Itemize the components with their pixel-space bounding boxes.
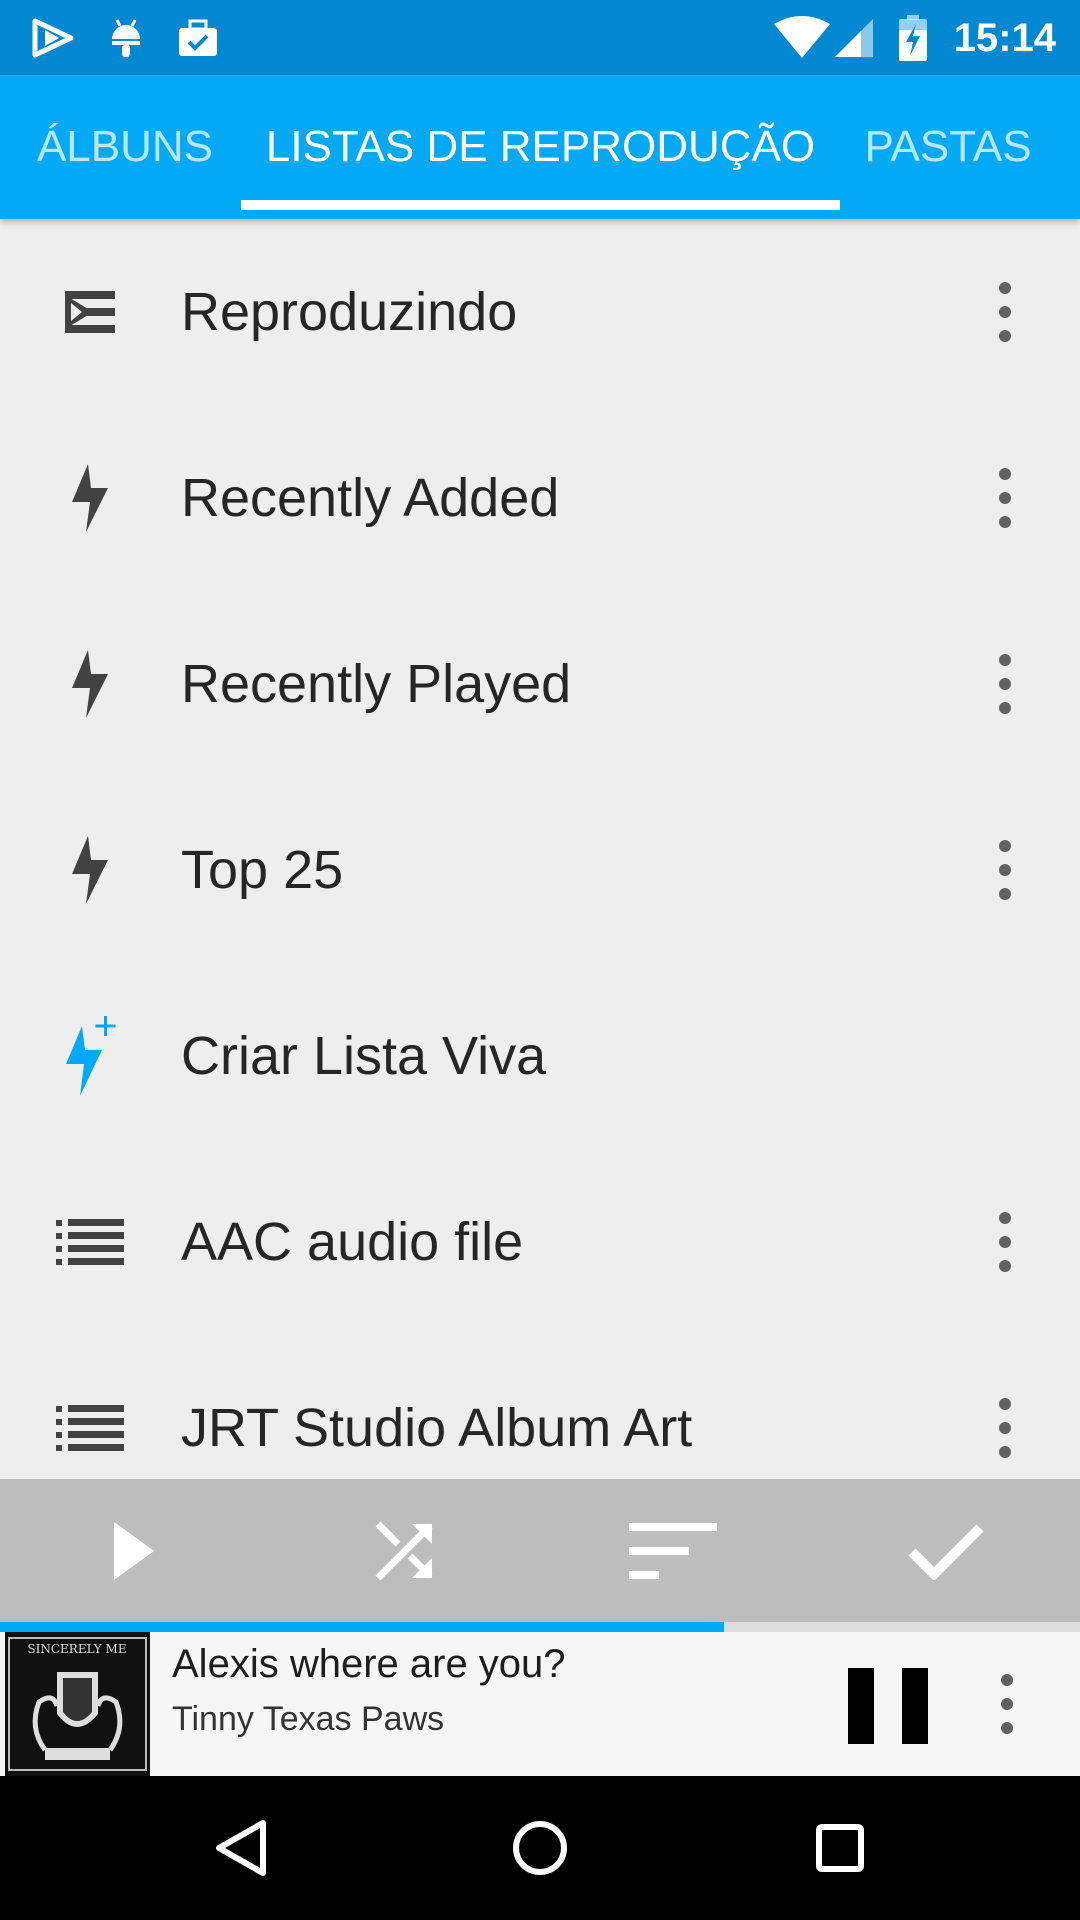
play-icon[interactable] <box>64 1479 204 1622</box>
navigation-bar <box>0 1776 1080 1920</box>
more-vert-icon[interactable] <box>975 1383 1035 1473</box>
album-art[interactable]: SINCERELY ME <box>5 1632 150 1776</box>
tab-playlists[interactable]: LISTAS DE REPRODUÇÃO <box>241 75 840 219</box>
more-vert-icon[interactable] <box>975 267 1035 357</box>
bolt-icon <box>50 644 130 724</box>
queue-icon <box>50 272 130 352</box>
more-vert-icon[interactable] <box>975 639 1035 729</box>
play-store-icon <box>28 0 80 75</box>
list-item-label: Criar Lista Viva <box>181 1026 547 1086</box>
tab-albums[interactable]: ÁLBUNS <box>30 75 220 219</box>
screen: 15:14 ÁLBUNS LISTAS DE REPRODUÇÃO PASTAS… <box>0 0 1080 1920</box>
list-item-label: AAC audio file <box>181 1212 524 1272</box>
tab-indicator <box>241 200 840 210</box>
more-vert-icon[interactable] <box>975 1197 1035 1287</box>
status-time: 15:14 <box>953 16 1056 60</box>
list-item[interactable]: Reproduzindo <box>0 219 1080 405</box>
action-bar <box>0 1479 1080 1622</box>
battery-charging-icon <box>896 0 930 75</box>
list-item-label: JRT Studio Album Art <box>181 1398 693 1458</box>
pause-icon[interactable] <box>848 1668 928 1744</box>
sort-icon[interactable] <box>603 1479 743 1622</box>
list-item[interactable]: Top 25 <box>0 777 1080 963</box>
list-item[interactable]: Recently Added <box>0 405 1080 591</box>
list-item-label: Top 25 <box>181 840 344 900</box>
list-item[interactable]: Recently Played <box>0 591 1080 777</box>
bolt-icon <box>50 458 130 538</box>
status-bar: 15:14 <box>0 0 1080 75</box>
tab-folders[interactable]: PASTAS <box>862 75 1034 219</box>
now-playing-artist: Tinny Texas Paws <box>172 1700 445 1738</box>
briefcase-check-icon <box>174 0 222 75</box>
playlist-list[interactable]: Reproduzindo Recently Added Recently Pla… <box>0 219 1080 1479</box>
now-playing-title: Alexis where are you? <box>172 1642 566 1686</box>
more-vert-icon[interactable] <box>975 825 1035 915</box>
back-icon[interactable] <box>181 1776 301 1920</box>
wifi-icon <box>770 0 834 75</box>
more-vert-icon[interactable] <box>977 1656 1037 1752</box>
list-icon <box>50 1388 130 1468</box>
list-item[interactable]: AAC audio file <box>0 1149 1080 1335</box>
shuffle-icon[interactable] <box>335 1479 475 1622</box>
more-vert-icon[interactable] <box>975 453 1035 543</box>
home-icon[interactable] <box>480 1776 600 1920</box>
check-icon[interactable] <box>876 1479 1016 1622</box>
list-item[interactable]: Criar Lista Viva <box>0 963 1080 1149</box>
list-item-label: Reproduzindo <box>181 282 518 342</box>
now-playing-bar[interactable]: SINCERELY ME Alexis where are you? Tinny… <box>0 1632 1080 1776</box>
playback-progress-fill <box>0 1622 724 1632</box>
recents-icon[interactable] <box>780 1776 900 1920</box>
bolt-icon <box>50 830 130 910</box>
svg-text:SINCERELY ME: SINCERELY ME <box>27 1642 126 1656</box>
bolt-plus-icon <box>50 1016 130 1096</box>
android-icon <box>104 0 148 75</box>
list-item-label: Recently Played <box>181 654 572 714</box>
tab-bar: ÁLBUNS LISTAS DE REPRODUÇÃO PASTAS <box>0 75 1080 219</box>
list-item-label: Recently Added <box>181 468 560 528</box>
signal-icon <box>832 0 876 75</box>
list-item[interactable]: JRT Studio Album Art <box>0 1335 1080 1479</box>
playback-progress[interactable] <box>0 1622 1080 1632</box>
list-icon <box>50 1202 130 1282</box>
